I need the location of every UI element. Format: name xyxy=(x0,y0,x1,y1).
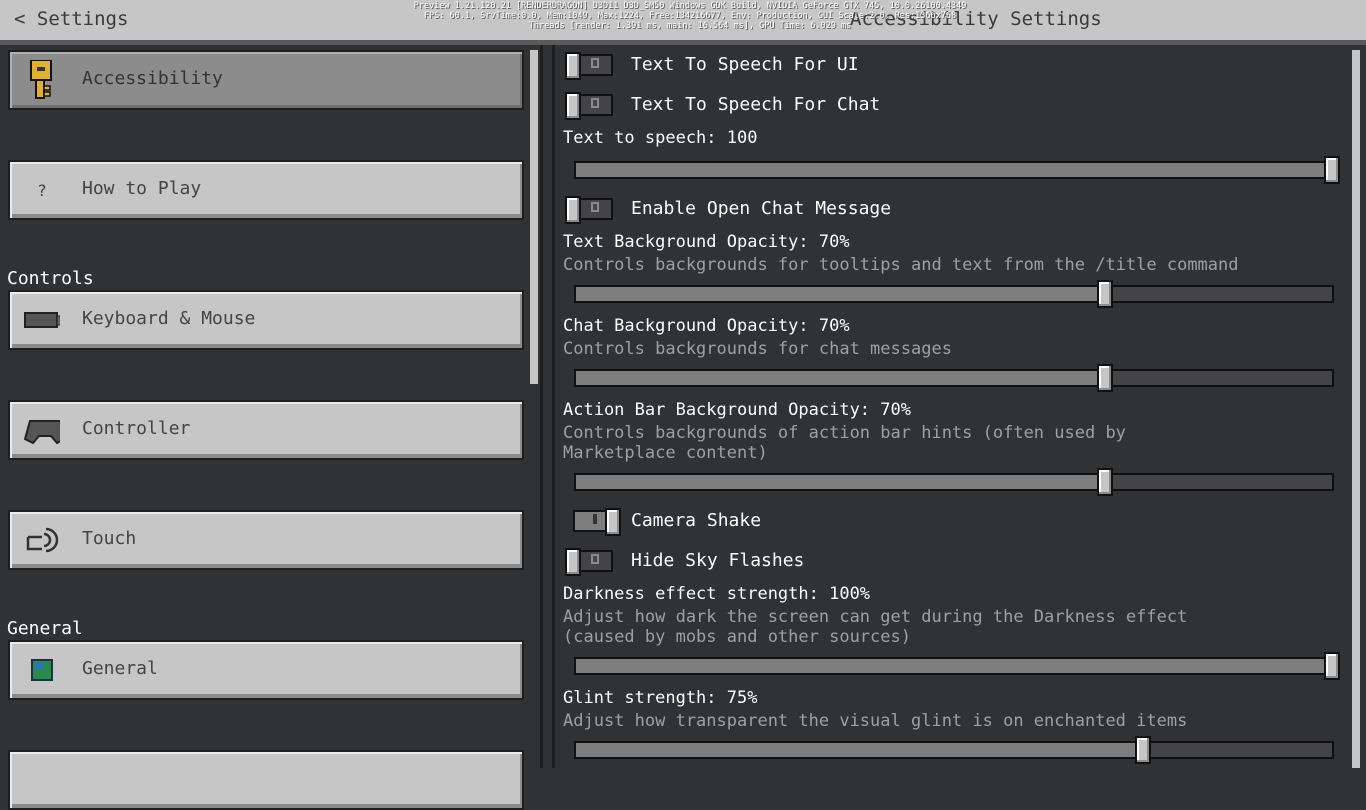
settings-scrollbar[interactable] xyxy=(1352,50,1360,768)
slider-thumb[interactable] xyxy=(1097,468,1114,496)
tts-chat-toggle[interactable] xyxy=(565,92,613,120)
toggle-mark xyxy=(591,58,599,68)
text-bg-slider[interactable] xyxy=(574,280,1334,308)
sidebar-item-label: Accessibility xyxy=(82,68,223,89)
toggle-knob xyxy=(605,508,621,536)
debug-line: Threads [render: 1.391 ms, main: 16.564 … xyxy=(528,21,852,31)
darkness-slider[interactable] xyxy=(574,652,1340,680)
text-bg-desc: Controls backgrounds for tooltips and te… xyxy=(563,255,1239,275)
sidebar-item-label: Controller xyxy=(82,418,191,439)
actionbar-bg-slider[interactable] xyxy=(574,468,1334,496)
sidebar-item-how-to-play[interactable]: ? How to Play xyxy=(8,160,524,220)
glint-label: Glint strength: 75% xyxy=(563,688,758,708)
tts-volume-slider[interactable] xyxy=(574,156,1340,184)
toggle-knob xyxy=(565,52,581,80)
sidebar-item-next[interactable] xyxy=(8,750,524,810)
sidebar-item-touch[interactable]: Touch xyxy=(8,510,524,570)
darkness-desc: Adjust how dark the screen can get durin… xyxy=(563,607,1188,647)
slider-thumb[interactable] xyxy=(1097,364,1114,392)
tts-ui-toggle[interactable] xyxy=(565,52,613,80)
question-icon: ? xyxy=(37,180,47,200)
key-icon xyxy=(24,60,60,99)
section-controls: Controls xyxy=(7,268,94,289)
sky-flashes-label: Hide Sky Flashes xyxy=(631,550,805,571)
toggle-knob xyxy=(565,196,581,224)
globe-icon xyxy=(24,654,60,686)
slider-fill xyxy=(576,163,1332,177)
glint-desc: Adjust how transparent the visual glint … xyxy=(563,711,1188,731)
toggle-mark xyxy=(593,514,597,524)
open-chat-toggle[interactable] xyxy=(565,196,613,224)
chat-bg-label: Chat Background Opacity: 70% xyxy=(563,316,850,336)
sidebar-scrollbar[interactable] xyxy=(530,50,538,384)
slider-thumb[interactable] xyxy=(1135,736,1151,764)
text-bg-label: Text Background Opacity: 70% xyxy=(563,232,850,252)
sidebar-item-accessibility[interactable]: Accessibility xyxy=(8,50,524,110)
sky-flashes-toggle[interactable] xyxy=(565,548,613,576)
darkness-label: Darkness effect strength: 100% xyxy=(563,584,871,604)
camera-shake-label: Camera Shake xyxy=(631,510,762,531)
debug-line: Preview 1.21.120.21 [RENDERDRAGON] D3D11… xyxy=(413,1,967,11)
camera-shake-toggle[interactable] xyxy=(573,508,621,536)
sidebar-item-keyboard-mouse[interactable]: Keyboard & Mouse xyxy=(8,290,524,350)
controller-icon xyxy=(24,414,60,446)
toggle-mark xyxy=(591,202,599,212)
sidebar-item-controller[interactable]: Controller xyxy=(8,400,524,460)
sidebar-item-label: Touch xyxy=(82,528,137,549)
keyboard-icon xyxy=(24,304,60,336)
tts-ui-label: Text To Speech For UI xyxy=(631,54,859,75)
sidebar-item-label: Keyboard & Mouse xyxy=(82,308,256,329)
debug-line: FPS: 60.1, SrvTime:0.0, Mem:1049, Max:12… xyxy=(423,11,957,21)
section-general: General xyxy=(7,618,83,639)
slider-thumb[interactable] xyxy=(1324,156,1340,184)
glint-slider[interactable] xyxy=(574,736,1334,764)
touch-icon xyxy=(24,524,60,556)
open-chat-label: Enable Open Chat Message xyxy=(631,198,892,219)
slider-thumb[interactable] xyxy=(1097,280,1114,308)
toggle-knob xyxy=(565,92,581,120)
toggle-knob xyxy=(565,548,581,576)
sidebar-item-label: General xyxy=(82,658,158,679)
chat-bg-desc: Controls backgrounds for chat messages xyxy=(563,339,952,359)
toggle-mark xyxy=(591,554,599,564)
back-button[interactable]: < Settings xyxy=(14,8,128,30)
sidebar-item-general[interactable]: General xyxy=(8,640,524,700)
debug-overlay: Preview 1.21.120.21 [RENDERDRAGON] D3D11… xyxy=(380,1,1000,31)
tts-chat-label: Text To Speech For Chat xyxy=(631,94,881,115)
tts-volume-label: Text to speech: 100 xyxy=(563,128,758,148)
slider-thumb[interactable] xyxy=(1324,652,1340,680)
slider-fill xyxy=(576,475,1106,489)
slider-fill xyxy=(576,371,1106,385)
slider-fill xyxy=(576,659,1332,673)
actionbar-bg-desc: Controls backgrounds of action bar hints… xyxy=(563,423,1126,463)
sidebar-item-label: How to Play xyxy=(82,178,202,199)
slider-fill xyxy=(576,287,1106,301)
toggle-mark xyxy=(591,98,599,108)
actionbar-bg-label: Action Bar Background Opacity: 70% xyxy=(563,400,911,420)
slider-fill xyxy=(576,743,1143,757)
chat-bg-slider[interactable] xyxy=(574,364,1334,392)
